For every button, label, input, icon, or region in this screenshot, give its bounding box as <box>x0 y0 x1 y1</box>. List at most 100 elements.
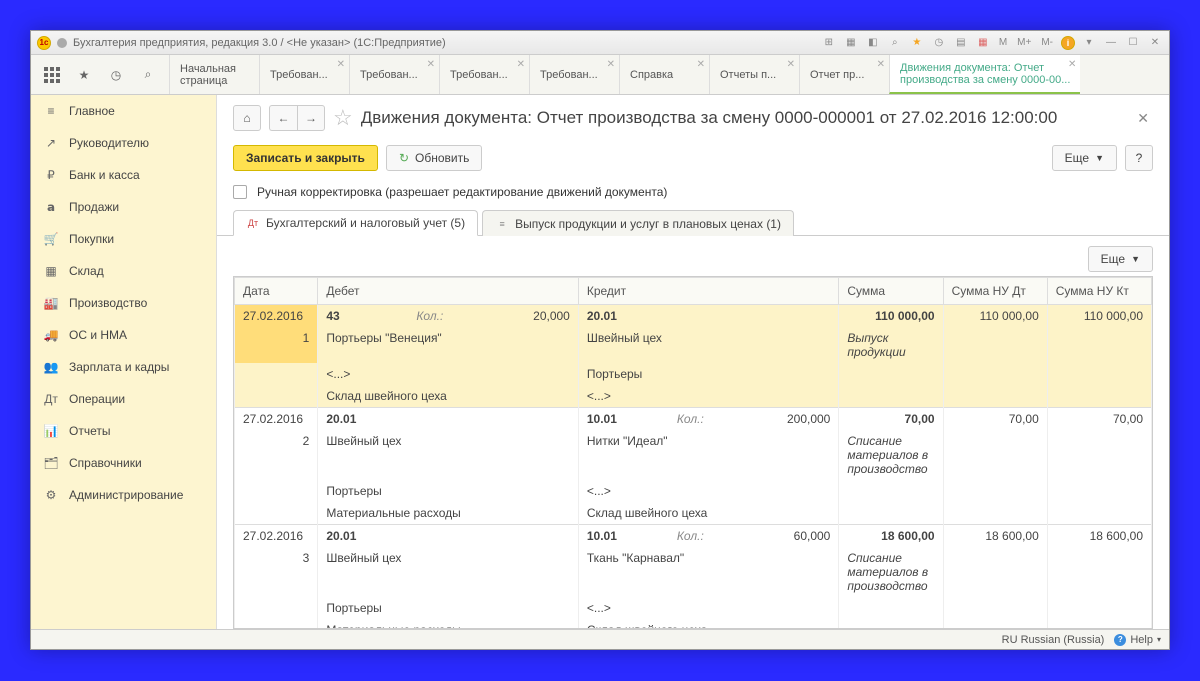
cell-credit-line: Склад швейного цеха <box>578 502 839 525</box>
close-icon[interactable]: ✕ <box>1147 36 1163 50</box>
refresh-button[interactable]: ↻Обновить <box>386 145 482 171</box>
cell-credit-line: Склад швейного цеха <box>578 619 839 629</box>
nav-label: Покупки <box>69 232 114 246</box>
tab-close-icon[interactable]: ✕ <box>517 59 525 70</box>
cell-debit-line: Материальные расходы <box>318 502 579 525</box>
minimize-icon[interactable]: — <box>1103 36 1119 50</box>
sidebar-item[interactable]: ДтОперации <box>31 383 216 415</box>
more-button[interactable]: Еще▼ <box>1052 145 1117 171</box>
calc-icon[interactable]: ▤ <box>953 36 969 50</box>
inner-tabs: ДтБухгалтерский и налоговый учет (5)≡Вып… <box>217 209 1169 236</box>
column-header[interactable]: Сумма НУ Кт <box>1047 278 1151 305</box>
cell-row-number: 3 <box>235 547 318 597</box>
nav-icon: ↗ <box>43 135 59 151</box>
star-outline-icon[interactable]: ☆ <box>333 105 353 131</box>
m-button[interactable]: M <box>997 37 1009 48</box>
app-icon: 1c <box>37 36 51 50</box>
top-tab[interactable]: Движения документа: Отчетпроизводства за… <box>889 55 1080 94</box>
cell-sum-kt: 70,00 <box>1047 408 1151 431</box>
save-and-close-button[interactable]: Записать и закрыть <box>233 145 378 171</box>
sidebar-item[interactable]: 𝗮Продажи <box>31 191 216 223</box>
inner-tab[interactable]: ≡Выпуск продукции и услуг в плановых цен… <box>482 210 794 236</box>
search-icon[interactable]: ⌕ <box>139 66 157 84</box>
column-header[interactable]: Дата <box>235 278 318 305</box>
grid-more-button[interactable]: Еще▼ <box>1088 246 1153 272</box>
tab-icon: ≡ <box>495 217 509 231</box>
nav-label: Руководителю <box>69 136 149 150</box>
grid-icon[interactable] <box>43 66 61 84</box>
nav-icon: 📊 <box>43 423 59 439</box>
nav-icon: 🛒 <box>43 231 59 247</box>
sidebar-item[interactable]: ↗ Руководителю <box>31 127 216 159</box>
nav-icon: ▦ <box>43 263 59 279</box>
top-tab[interactable]: Начальнаястраница <box>169 55 259 94</box>
column-header[interactable]: Дебет <box>318 278 579 305</box>
sidebar-item[interactable]: 🗂Справочники <box>31 447 216 479</box>
cell-credit: 10.01Кол.:200,000 <box>578 408 839 431</box>
tab-icon: Дт <box>246 216 260 230</box>
tb-tool-icon[interactable]: ▦ <box>843 36 859 50</box>
sidebar-item[interactable]: 🏭Производство <box>31 287 216 319</box>
language-indicator[interactable]: RU Russian (Russia) <box>1002 634 1105 646</box>
inner-tab[interactable]: ДтБухгалтерский и налоговый учет (5) <box>233 210 478 236</box>
tab-close-icon[interactable]: ✕ <box>877 59 885 70</box>
sidebar-item[interactable]: 📊Отчеты <box>31 415 216 447</box>
column-header[interactable]: Сумма НУ Дт <box>943 278 1047 305</box>
top-tab[interactable]: Требован...✕ <box>439 55 529 94</box>
column-header[interactable]: Сумма <box>839 278 943 305</box>
info-icon[interactable]: i <box>1061 36 1075 50</box>
sidebar-item[interactable]: ₽ Банк и касса <box>31 159 216 191</box>
tb-tool-icon[interactable]: ⌕ <box>887 36 903 50</box>
page-close-icon[interactable]: ✕ <box>1133 106 1153 131</box>
tab-close-icon[interactable]: ✕ <box>607 59 615 70</box>
titlebar-text: Бухгалтерия предприятия, редакция 3.0 / … <box>73 37 446 49</box>
cell-sum: 110 000,00 <box>839 305 943 328</box>
top-tab[interactable]: Отчет пр...✕ <box>799 55 889 94</box>
star-icon[interactable]: ★ <box>75 66 93 84</box>
sidebar-item[interactable]: ⚙Администрирование <box>31 479 216 511</box>
forward-button[interactable]: → <box>297 105 325 131</box>
help-button[interactable]: ? <box>1125 145 1153 171</box>
cell-debit: 20.01 <box>318 408 579 431</box>
sidebar-item[interactable]: 👥Зарплата и кадры <box>31 351 216 383</box>
cell-credit: 20.01 <box>578 305 839 328</box>
nav-label: Банк и касса <box>69 168 140 182</box>
tab-close-icon[interactable]: ✕ <box>427 59 435 70</box>
tab-close-icon[interactable]: ✕ <box>787 59 795 70</box>
tab-close-icon[interactable]: ✕ <box>1068 59 1076 70</box>
column-header[interactable]: Кредит <box>578 278 839 305</box>
help-link[interactable]: ?Help▾ <box>1114 634 1161 646</box>
sidebar-item[interactable]: 🚚ОС и НМА <box>31 319 216 351</box>
top-tab[interactable]: Справка✕ <box>619 55 709 94</box>
tab-close-icon[interactable]: ✕ <box>697 59 705 70</box>
cell-desc: Списание материалов в производство <box>839 547 943 597</box>
top-tab[interactable]: Требован...✕ <box>259 55 349 94</box>
cell-debit: 20.01 <box>318 525 579 548</box>
home-button[interactable]: ⌂ <box>233 105 261 131</box>
manual-correction-checkbox[interactable] <box>233 185 247 199</box>
calendar-icon[interactable]: ▦ <box>975 36 991 50</box>
nav-icon: 👥 <box>43 359 59 375</box>
clock-icon[interactable]: ◷ <box>931 36 947 50</box>
nav-icon: 𝗮 <box>43 199 59 215</box>
dropdown-icon[interactable]: ▾ <box>1081 36 1097 50</box>
statusbar: RU Russian (Russia) ?Help▾ <box>31 629 1169 649</box>
m-plus-button[interactable]: M+ <box>1015 37 1033 48</box>
top-tab[interactable]: Требован...✕ <box>529 55 619 94</box>
nav-icon: ₽ <box>43 167 59 183</box>
sidebar-item[interactable]: ≡Главное <box>31 95 216 127</box>
maximize-icon[interactable]: ☐ <box>1125 36 1141 50</box>
titlebar: 1c Бухгалтерия предприятия, редакция 3.0… <box>31 31 1169 55</box>
tb-tool-icon[interactable]: ⊞ <box>821 36 837 50</box>
tb-tool-icon[interactable]: ◧ <box>865 36 881 50</box>
sidebar-item[interactable]: 🛒 Покупки <box>31 223 216 255</box>
back-button[interactable]: ← <box>269 105 297 131</box>
m-minus-button[interactable]: M- <box>1039 37 1055 48</box>
top-tab[interactable]: Отчеты п...✕ <box>709 55 799 94</box>
tab-close-icon[interactable]: ✕ <box>337 59 345 70</box>
favorite-icon[interactable]: ★ <box>909 36 925 50</box>
sidebar-item[interactable]: ▦Склад <box>31 255 216 287</box>
top-tab[interactable]: Требован...✕ <box>349 55 439 94</box>
history-icon[interactable]: ◷ <box>107 66 125 84</box>
grid[interactable]: ДатаДебетКредитСуммаСумма НУ ДтСумма НУ … <box>233 276 1153 629</box>
